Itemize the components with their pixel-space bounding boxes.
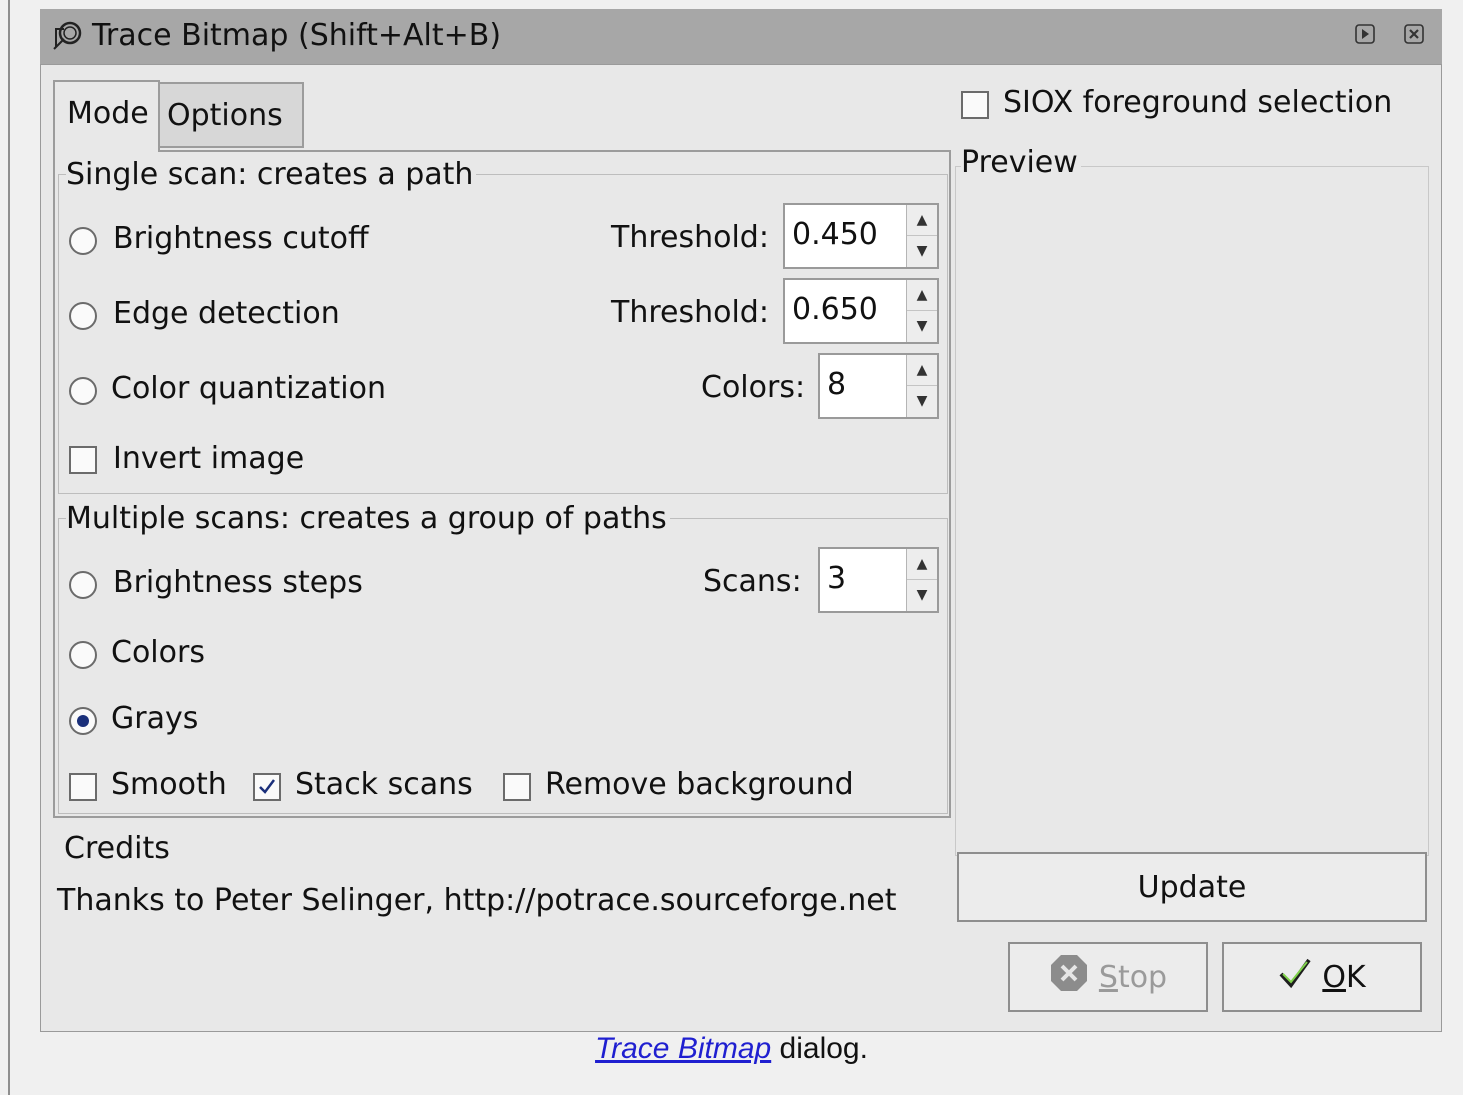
color-quantization-radio[interactable] [69, 377, 97, 405]
spin-down-icon[interactable]: ▼ [907, 311, 937, 341]
grays-label: Grays [111, 701, 199, 736]
brightness-threshold-value[interactable]: 0.450 [792, 217, 878, 252]
roll-up-icon[interactable] [1354, 23, 1376, 45]
stack-scans-label: Stack scans [295, 767, 473, 802]
stop-icon [1049, 953, 1089, 1001]
close-icon[interactable] [1403, 23, 1425, 45]
edge-detection-radio[interactable] [69, 302, 97, 330]
caption-rest: dialog. [771, 1032, 868, 1065]
invert-image-checkbox[interactable] [69, 446, 97, 474]
colors-label: Colors [111, 635, 205, 670]
spin-down-icon[interactable]: ▼ [907, 580, 937, 610]
stack-scans-checkbox[interactable] [253, 773, 281, 801]
brightness-threshold-spinner[interactable]: 0.450 ▲ ▼ [783, 203, 939, 269]
spin-up-icon[interactable]: ▲ [907, 549, 937, 580]
single-scan-title: Single scan: creates a path [66, 157, 477, 192]
colors-count-label: Colors: [701, 370, 806, 405]
figure-caption: Trace Bitmap dialog. [0, 1032, 1463, 1066]
window-title: Trace Bitmap (Shift+Alt+B) [92, 18, 502, 53]
edge-threshold-spinner[interactable]: 0.650 ▲ ▼ [783, 278, 939, 344]
spin-up-icon[interactable]: ▲ [907, 355, 937, 386]
brightness-steps-radio[interactable] [69, 571, 97, 599]
siox-checkbox[interactable] [961, 91, 989, 119]
brightness-cutoff-label: Brightness cutoff [113, 221, 369, 256]
edge-detection-label: Edge detection [113, 296, 340, 331]
checkmark-icon [259, 779, 275, 794]
ok-button-label: OK [1322, 959, 1366, 995]
stop-button-label: Stop [1098, 959, 1168, 995]
spin-up-icon[interactable]: ▲ [907, 205, 937, 236]
spin-up-icon[interactable]: ▲ [907, 280, 937, 311]
update-button[interactable]: Update [957, 852, 1427, 922]
preview-title: Preview [961, 145, 1081, 180]
brightness-cutoff-radio[interactable] [69, 227, 97, 255]
tab-options[interactable]: Options [160, 82, 304, 148]
scans-value[interactable]: 3 [827, 561, 846, 596]
spin-down-icon[interactable]: ▼ [907, 386, 937, 416]
siox-label: SIOX foreground selection [1003, 85, 1393, 120]
scans-label: Scans: [703, 564, 802, 599]
colors-count-spinner[interactable]: 8 ▲ ▼ [818, 353, 939, 419]
dialog-body: Mode Options Single scan: creates a path… [40, 64, 1442, 1032]
tab-mode[interactable]: Mode [53, 80, 160, 152]
edge-threshold-value[interactable]: 0.650 [792, 292, 878, 327]
smooth-checkbox[interactable] [69, 773, 97, 801]
edge-threshold-label: Threshold: [611, 295, 769, 330]
scans-spinner[interactable]: 3 ▲ ▼ [818, 547, 939, 613]
grays-radio[interactable] [69, 707, 97, 735]
stop-button[interactable]: Stop [1008, 942, 1208, 1012]
trace-bitmap-icon [50, 19, 84, 53]
preview-frame [955, 166, 1429, 856]
colors-count-value[interactable]: 8 [827, 367, 846, 402]
remove-background-checkbox[interactable] [503, 773, 531, 801]
trace-bitmap-link[interactable]: Trace Bitmap [595, 1032, 771, 1065]
brightness-threshold-label: Threshold: [611, 220, 769, 255]
brightness-steps-label: Brightness steps [113, 565, 363, 600]
page-left-rule [8, 0, 10, 1095]
colors-radio[interactable] [69, 641, 97, 669]
multi-scan-title: Multiple scans: creates a group of paths [66, 501, 670, 536]
trace-bitmap-dialog: Trace Bitmap (Shift+Alt+B) Mode Options … [40, 9, 1442, 1032]
spin-down-icon[interactable]: ▼ [907, 236, 937, 266]
checkmark-icon [1278, 956, 1312, 998]
ok-button[interactable]: OK [1222, 942, 1422, 1012]
color-quantization-label: Color quantization [111, 371, 387, 406]
update-button-label: Update [1137, 869, 1247, 905]
credits-title: Credits [64, 831, 170, 866]
remove-background-label: Remove background [545, 767, 854, 802]
smooth-label: Smooth [111, 767, 227, 802]
invert-image-label: Invert image [113, 441, 305, 476]
title-bar[interactable]: Trace Bitmap (Shift+Alt+B) [40, 9, 1442, 64]
credits-text: Thanks to Peter Selinger, http://potrace… [57, 883, 897, 918]
mode-tab-panel: Single scan: creates a path Brightness c… [53, 150, 951, 818]
